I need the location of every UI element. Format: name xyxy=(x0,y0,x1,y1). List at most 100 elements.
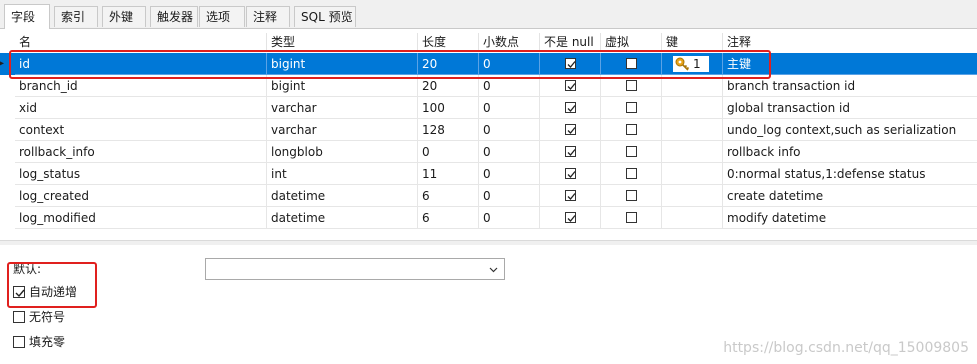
field-length[interactable]: 128 xyxy=(417,119,478,141)
column-header-key[interactable]: 键 xyxy=(661,33,722,51)
column-header-length[interactable]: 长度 xyxy=(417,33,478,51)
check-icon xyxy=(567,83,576,90)
key-cell[interactable] xyxy=(661,163,722,185)
key-cell[interactable] xyxy=(661,185,722,207)
field-type[interactable]: varchar xyxy=(266,119,417,141)
table-row[interactable]: log_modified datetime 6 0 modify datetime xyxy=(0,207,977,229)
tab-sql-preview[interactable]: SQL 预览 xyxy=(294,6,356,27)
column-header-type[interactable]: 类型 xyxy=(266,33,417,51)
check-icon xyxy=(567,171,576,178)
key-cell[interactable] xyxy=(661,141,722,163)
not-null-checkbox[interactable] xyxy=(539,141,600,163)
field-name[interactable]: context xyxy=(15,119,266,141)
check-icon xyxy=(567,193,576,200)
field-decimal[interactable]: 0 xyxy=(478,97,539,119)
field-decimal[interactable]: 0 xyxy=(478,163,539,185)
virtual-box[interactable] xyxy=(626,124,637,135)
field-decimal[interactable]: 0 xyxy=(478,207,539,229)
not-null-box[interactable] xyxy=(565,80,576,91)
virtual-checkbox[interactable] xyxy=(600,207,661,229)
not-null-box[interactable] xyxy=(565,146,576,157)
field-comment[interactable]: create datetime xyxy=(722,185,977,207)
field-length[interactable]: 100 xyxy=(417,97,478,119)
field-comment[interactable]: modify datetime xyxy=(722,207,977,229)
field-name[interactable]: log_created xyxy=(15,185,266,207)
field-length[interactable]: 0 xyxy=(417,141,478,163)
tab-options[interactable]: 选项 xyxy=(199,6,245,27)
table-row[interactable]: xid varchar 100 0 global transaction id xyxy=(0,97,977,119)
column-header-comment[interactable]: 注释 xyxy=(722,33,977,51)
field-comment[interactable]: rollback info xyxy=(722,141,977,163)
virtual-box[interactable] xyxy=(626,146,637,157)
tab-fields[interactable]: 字段 xyxy=(4,4,50,29)
not-null-box[interactable] xyxy=(565,190,576,201)
table-row[interactable]: log_created datetime 6 0 create datetime xyxy=(0,185,977,207)
check-icon xyxy=(567,127,576,134)
column-header-decimal[interactable]: 小数点 xyxy=(478,33,539,51)
key-cell[interactable] xyxy=(661,119,722,141)
virtual-checkbox[interactable] xyxy=(600,163,661,185)
virtual-checkbox[interactable] xyxy=(600,185,661,207)
not-null-checkbox[interactable] xyxy=(539,163,600,185)
table-row[interactable]: rollback_info longblob 0 0 rollback info xyxy=(0,141,977,163)
field-type[interactable]: longblob xyxy=(266,141,417,163)
field-comment[interactable]: undo_log context,such as serialization xyxy=(722,119,977,141)
column-header-not-null[interactable]: 不是 null xyxy=(539,33,600,51)
not-null-box[interactable] xyxy=(565,212,576,223)
field-comment[interactable]: 0:normal status,1:defense status xyxy=(722,163,977,185)
column-header-name[interactable]: 名 xyxy=(15,33,266,51)
default-value-select[interactable] xyxy=(205,258,505,280)
virtual-box[interactable] xyxy=(626,190,637,201)
field-name[interactable]: rollback_info xyxy=(15,141,266,163)
column-header-virtual[interactable]: 虚拟 xyxy=(600,33,661,51)
not-null-box[interactable] xyxy=(565,168,576,179)
not-null-box[interactable] xyxy=(565,102,576,113)
field-decimal[interactable]: 0 xyxy=(478,141,539,163)
field-type[interactable]: datetime xyxy=(266,207,417,229)
unsigned-label: 无符号 xyxy=(29,310,66,324)
annotation-box-selected-row xyxy=(9,50,771,79)
check-icon xyxy=(567,215,576,222)
tab-indexes[interactable]: 索引 xyxy=(54,6,98,27)
field-type[interactable]: varchar xyxy=(266,97,417,119)
field-decimal[interactable]: 0 xyxy=(478,185,539,207)
field-type[interactable]: datetime xyxy=(266,185,417,207)
not-null-box[interactable] xyxy=(565,124,576,135)
field-name[interactable]: xid xyxy=(15,97,266,119)
not-null-checkbox[interactable] xyxy=(539,119,600,141)
annotation-box-auto-increment xyxy=(7,262,97,308)
field-length[interactable]: 11 xyxy=(417,163,478,185)
field-name[interactable]: log_modified xyxy=(15,207,266,229)
key-cell[interactable] xyxy=(661,97,722,119)
virtual-checkbox[interactable] xyxy=(600,141,661,163)
tab-comment[interactable]: 注释 xyxy=(246,6,290,27)
current-row-indicator-icon: ▸ xyxy=(0,58,5,69)
virtual-checkbox[interactable] xyxy=(600,97,661,119)
field-comment[interactable]: global transaction id xyxy=(722,97,977,119)
watermark-text: https://blog.csdn.net/qq_15009805 xyxy=(723,340,969,356)
panel-splitter[interactable] xyxy=(0,240,977,245)
grid-header: 名 类型 长度 小数点 不是 null 虚拟 键 注释 xyxy=(0,33,977,51)
tab-triggers[interactable]: 触发器 xyxy=(150,6,198,27)
virtual-box[interactable] xyxy=(626,168,637,179)
zerofill-checkbox[interactable] xyxy=(13,336,25,348)
field-length[interactable]: 6 xyxy=(417,207,478,229)
table-row[interactable]: log_status int 11 0 0:normal status,1:defens… xyxy=(0,163,977,185)
field-type[interactable]: int xyxy=(266,163,417,185)
field-name[interactable]: log_status xyxy=(15,163,266,185)
field-length[interactable]: 6 xyxy=(417,185,478,207)
table-row[interactable]: context varchar 128 0 undo_log context,such … xyxy=(0,119,977,141)
not-null-checkbox[interactable] xyxy=(539,97,600,119)
virtual-box[interactable] xyxy=(626,102,637,113)
zerofill-label: 填充零 xyxy=(29,335,66,349)
virtual-box[interactable] xyxy=(626,80,637,91)
check-icon xyxy=(567,105,576,112)
not-null-checkbox[interactable] xyxy=(539,207,600,229)
virtual-checkbox[interactable] xyxy=(600,119,661,141)
key-cell[interactable] xyxy=(661,207,722,229)
not-null-checkbox[interactable] xyxy=(539,185,600,207)
tab-foreign-keys[interactable]: 外键 xyxy=(102,6,146,27)
virtual-box[interactable] xyxy=(626,212,637,223)
field-decimal[interactable]: 0 xyxy=(478,119,539,141)
unsigned-checkbox[interactable] xyxy=(13,311,25,323)
